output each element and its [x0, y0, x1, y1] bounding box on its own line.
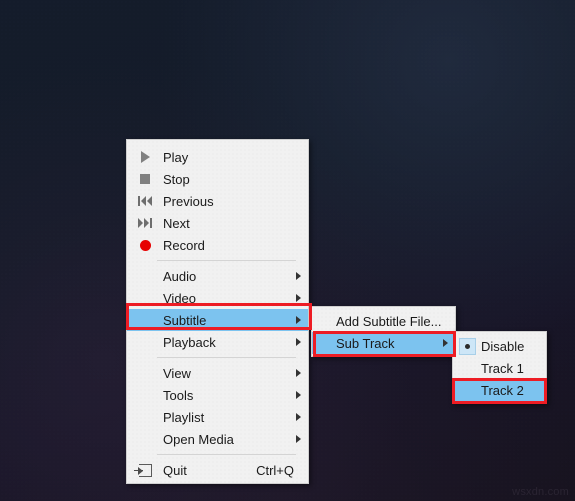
menu-item-sub-track[interactable]: Sub Track	[312, 332, 455, 354]
menu-item-label: Track 1	[481, 360, 524, 376]
menu-item-label: Subtitle	[163, 312, 207, 328]
menu-item-disable[interactable]: Disable	[453, 335, 546, 357]
menu-item-shortcut: Ctrl+Q	[256, 462, 294, 478]
menu-item-tools[interactable]: Tools	[127, 384, 308, 406]
menu-item-label: Track 2	[481, 382, 524, 398]
menu-item-label: Playlist	[163, 409, 205, 425]
menu-item-label: Audio	[163, 268, 197, 284]
menu-item-label: Playback	[163, 334, 216, 350]
menu-item-label: Open Media	[163, 431, 234, 447]
watermark: wsxdn.com	[512, 486, 569, 498]
menu-item-view[interactable]: View	[127, 362, 308, 384]
quit-icon	[127, 463, 163, 477]
chevron-right-icon	[288, 369, 308, 377]
chevron-right-icon	[288, 435, 308, 443]
menu-item-play[interactable]: Play	[127, 146, 308, 168]
menu-item-label: Play	[163, 149, 189, 165]
menu-item-track-1[interactable]: Track 1	[453, 357, 546, 379]
chevron-right-icon	[435, 339, 455, 347]
chevron-right-icon	[288, 338, 308, 346]
menu-separator	[157, 260, 296, 261]
menu-item-label: Tools	[163, 387, 194, 403]
menu-item-audio[interactable]: Audio	[127, 265, 308, 287]
menu-item-label: Next	[163, 215, 190, 231]
radio-selected-icon	[453, 337, 481, 355]
menu-item-label: Quit	[163, 462, 187, 478]
menu-item-quit[interactable]: Quit Ctrl+Q	[127, 459, 308, 481]
menu-item-video[interactable]: Video	[127, 287, 308, 309]
menu-item-track-2[interactable]: Track 2	[453, 379, 546, 401]
chevron-right-icon	[288, 294, 308, 302]
menu-separator	[157, 357, 296, 358]
stop-icon	[127, 174, 163, 184]
menu-item-open-media[interactable]: Open Media	[127, 428, 308, 450]
menu-item-playback[interactable]: Playback	[127, 331, 308, 353]
menu-item-label: Previous	[163, 193, 214, 209]
menu-item-subtitle[interactable]: Subtitle	[127, 309, 308, 331]
previous-icon	[127, 196, 163, 206]
menu-item-playlist[interactable]: Playlist	[127, 406, 308, 428]
menu-item-label: Video	[163, 290, 197, 306]
subtitle-submenu[interactable]: Add Subtitle File... Sub Track	[311, 306, 456, 357]
menu-item-label: View	[163, 365, 191, 381]
record-icon	[127, 239, 163, 251]
menu-item-previous[interactable]: Previous	[127, 190, 308, 212]
next-icon	[127, 218, 163, 228]
menu-item-label: Add Subtitle File...	[336, 313, 442, 329]
menu-item-label: Sub Track	[336, 335, 395, 351]
menu-item-label: Stop	[163, 171, 190, 187]
chevron-right-icon	[288, 316, 308, 324]
chevron-right-icon	[288, 391, 308, 399]
chevron-right-icon	[288, 272, 308, 280]
player-context-menu[interactable]: Play Stop Previous Next Record Audio Vid…	[126, 139, 309, 484]
menu-separator	[157, 454, 296, 455]
menu-item-next[interactable]: Next	[127, 212, 308, 234]
menu-item-label: Record	[163, 237, 205, 253]
menu-item-label: Disable	[481, 338, 525, 354]
menu-item-record[interactable]: Record	[127, 234, 308, 256]
chevron-right-icon	[288, 413, 308, 421]
menu-item-add-subtitle-file[interactable]: Add Subtitle File...	[312, 310, 455, 332]
sub-track-submenu[interactable]: Disable Track 1 Track 2	[452, 331, 547, 404]
play-icon	[127, 151, 163, 163]
menu-item-stop[interactable]: Stop	[127, 168, 308, 190]
